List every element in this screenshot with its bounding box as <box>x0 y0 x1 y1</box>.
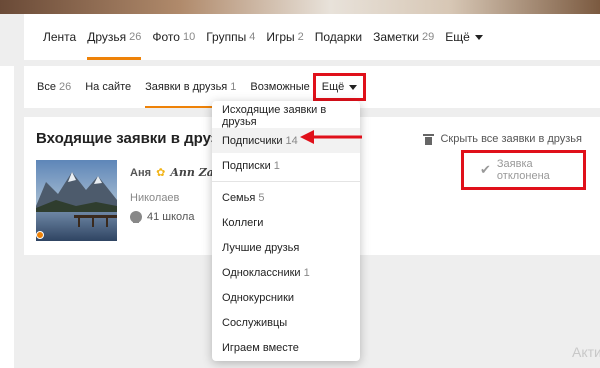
avatar[interactable] <box>36 160 117 241</box>
page-title: Входящие заявки в друзья <box>36 130 237 147</box>
chevron-down-icon <box>349 84 358 90</box>
menu-item-coworkers[interactable]: Сослуживцы <box>212 310 360 335</box>
hide-all-requests-link[interactable]: Скрыть все заявки в друзья <box>423 133 582 145</box>
requester-nickname: Ann Zaj <box>170 166 218 179</box>
nav-feed[interactable]: Лента <box>43 14 76 60</box>
menu-divider <box>212 181 360 182</box>
classmates-count: 1 <box>303 266 310 279</box>
all-count: 26 <box>58 81 72 93</box>
annotation-arrow-icon <box>300 130 362 144</box>
checkmark-icon: ✔ <box>480 162 491 177</box>
nav-gifts[interactable]: Подарки <box>315 14 362 60</box>
requester-surname: Николаев <box>130 192 180 204</box>
photo-count: 10 <box>182 31 196 43</box>
games-count: 2 <box>297 31 304 43</box>
subnav-more-button[interactable]: Ещё <box>313 73 366 101</box>
left-column-edge <box>0 66 14 368</box>
nav-friends[interactable]: Друзья 26 <box>87 14 142 60</box>
subnav-online[interactable]: На сайте <box>85 66 131 108</box>
requester-name[interactable]: Аня ✿ Ann Zaj <box>130 166 218 179</box>
request-rejected-status: ✔ Заявка отклонена <box>461 150 586 190</box>
requester-school: 41 школа <box>130 211 194 223</box>
nav-more[interactable]: Ещё <box>445 14 483 60</box>
menu-item-best-friends[interactable]: Лучшие друзья <box>212 235 360 260</box>
chevron-down-icon <box>474 34 483 40</box>
menu-item-subscriptions[interactable]: Подписки 1 <box>212 153 360 178</box>
menu-item-classmates[interactable]: Одноклассники 1 <box>212 260 360 285</box>
subscriptions-count: 1 <box>273 159 280 172</box>
menu-item-coursemates[interactable]: Однокурсники <box>212 285 360 310</box>
profile-nav: Лента Друзья 26 Фото 10 Группы 4 Игры 2 … <box>24 14 600 60</box>
avatar-landscape-image <box>36 160 117 241</box>
menu-item-outgoing-requests[interactable]: Исходящие заявки в друзья <box>212 103 360 128</box>
nav-games[interactable]: Игры 2 <box>266 14 303 60</box>
menu-item-family[interactable]: Семья 5 <box>212 185 360 210</box>
family-count: 5 <box>258 191 265 204</box>
nav-groups[interactable]: Группы 4 <box>206 14 255 60</box>
subscribers-count: 14 <box>285 134 298 147</box>
notes-count: 29 <box>422 31 435 43</box>
school-icon <box>130 211 142 223</box>
profile-cover-banner <box>0 0 600 14</box>
menu-item-colleagues[interactable]: Коллеги <box>212 210 360 235</box>
crown-icon: ✿ <box>156 167 166 179</box>
friends-count: 26 <box>129 31 142 43</box>
nav-photo[interactable]: Фото 10 <box>152 14 195 60</box>
requests-count: 1 <box>230 81 237 93</box>
groups-count: 4 <box>249 31 256 43</box>
subnav-all[interactable]: Все 26 <box>37 66 71 108</box>
watermark-text: Акти <box>572 344 600 360</box>
nav-notes[interactable]: Заметки 29 <box>373 14 434 60</box>
menu-item-play-together[interactable]: Играем вместе <box>212 335 360 360</box>
trash-icon <box>423 133 435 145</box>
online-status-dot <box>36 231 44 239</box>
